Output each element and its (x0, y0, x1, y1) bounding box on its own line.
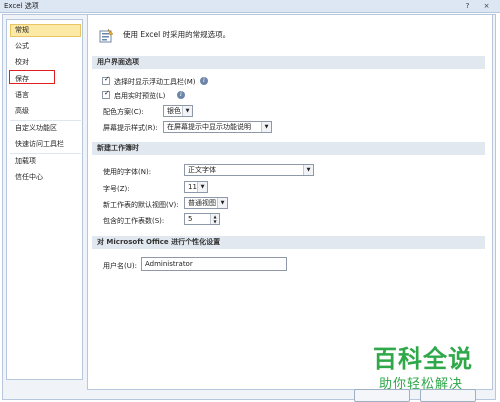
chevron-down-icon[interactable]: ▼ (217, 198, 227, 208)
username-label: 用户名(U): (103, 262, 137, 270)
sidebar-item-general[interactable]: 常规 (10, 24, 81, 37)
watermark-subtitle: 助你轻松解决 (379, 377, 464, 392)
username-value: Administrator (145, 260, 193, 268)
dialog-title: Excel 选项 (4, 2, 39, 10)
sidebar-item-customize-ribbon[interactable]: 自定义功能区 (10, 122, 81, 135)
live-preview-checkbox[interactable]: ✓ (102, 89, 110, 99)
sheet-count-value: 5 (188, 215, 193, 223)
screentip-style-dropdown[interactable]: 在屏幕提示中显示功能说明 ▼ (163, 121, 272, 133)
info-icon: i (200, 77, 208, 85)
font-size-label: 字号(Z): (103, 185, 130, 193)
color-scheme-dropdown[interactable]: 银色 ▼ (163, 105, 193, 117)
default-font-value: 正文字体 (188, 166, 216, 174)
sheet-count-spinner[interactable]: 5 ▲ ▼ (184, 213, 220, 225)
spin-buttons: ▲ ▼ (210, 214, 219, 224)
mini-toolbar-checkbox[interactable]: ✓ (102, 75, 110, 85)
section-header-ui: 用户界面选项 (92, 56, 485, 69)
font-size-value: 11 (188, 183, 197, 191)
info-icon: i (177, 91, 185, 99)
color-scheme-value: 银色 (167, 107, 181, 115)
close-button[interactable]: × (481, 1, 492, 11)
sidebar-item-quick-access-toolbar[interactable]: 快速访问工具栏 (10, 138, 81, 151)
mini-toolbar-label: 选择时显示浮动工具栏(M) (114, 78, 196, 86)
watermark-logo: 百科全说 助你轻松解决 (373, 339, 487, 397)
general-options-icon (99, 28, 114, 43)
intro-text: 使用 Excel 时采用的常规选项。 (123, 30, 231, 39)
sidebar-divider (10, 153, 81, 154)
checkmark-icon: ✓ (104, 75, 110, 83)
sidebar-divider (10, 120, 81, 121)
section-header-personalize: 对 Microsoft Office 进行个性化设置 (92, 236, 485, 249)
chevron-down-icon[interactable]: ▼ (197, 182, 207, 192)
default-font-label: 使用的字体(N): (103, 168, 152, 176)
help-button[interactable]: ? (462, 1, 473, 11)
chevron-down-icon[interactable]: ▼ (303, 165, 313, 175)
username-input[interactable]: Administrator (141, 257, 287, 271)
watermark-title: 百科全说 (373, 345, 473, 373)
chevron-down-icon[interactable]: ▼ (261, 122, 271, 132)
screentip-style-value: 在屏幕提示中显示功能说明 (167, 123, 251, 131)
sidebar-item-add-ins[interactable]: 加载项 (10, 155, 81, 168)
sidebar-item-trust-center[interactable]: 信任中心 (10, 171, 81, 184)
sidebar-item-formulas[interactable]: 公式 (10, 40, 81, 53)
color-scheme-label: 配色方案(C): (103, 108, 144, 116)
screentip-style-label: 屏幕提示样式(R): (103, 124, 158, 132)
default-view-value: 普通视图 (188, 199, 216, 207)
section-header-new-workbook: 新建工作簿时 (92, 142, 485, 155)
live-preview-label: 启用实时预览(L) (114, 92, 166, 100)
sidebar-item-advanced[interactable]: 高级 (10, 105, 81, 118)
dialog-title-bar: Excel 选项 ? × (0, 0, 500, 13)
font-size-dropdown[interactable]: 11 ▼ (184, 181, 208, 193)
sheet-count-label: 包含的工作表数(S): (103, 217, 165, 225)
chevron-down-icon[interactable]: ▼ (182, 106, 192, 116)
default-font-dropdown[interactable]: 正文字体 ▼ (184, 164, 314, 176)
sidebar-item-proofing[interactable]: 校对 (10, 56, 81, 69)
checkmark-icon: ✓ (104, 89, 110, 97)
default-view-label: 新工作表的默认视图(V): (103, 201, 179, 209)
save-highlight-annotation (9, 70, 55, 84)
spin-down-icon[interactable]: ▼ (211, 219, 219, 224)
sidebar-item-language[interactable]: 语言 (10, 89, 81, 102)
default-view-dropdown[interactable]: 普通视图 ▼ (184, 197, 228, 209)
